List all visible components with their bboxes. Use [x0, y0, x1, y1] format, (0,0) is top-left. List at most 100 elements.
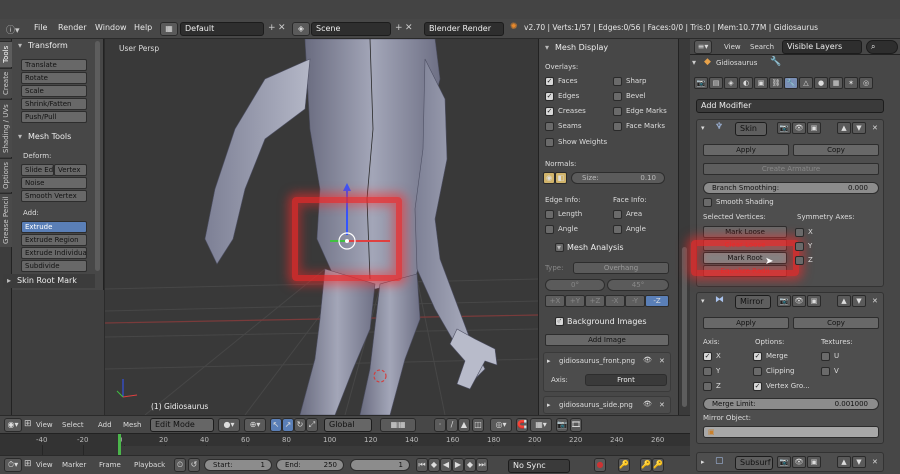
side-remove-icon[interactable]: ✕ [659, 401, 665, 409]
preview-range-toggle[interactable]: ⏲ [174, 458, 186, 472]
edge-angle-checkbox[interactable] [545, 225, 554, 234]
expand-side-icon[interactable]: ▸ [547, 401, 551, 409]
bevel-checkbox[interactable] [613, 92, 622, 101]
vertex-slide-button[interactable]: Vertex [54, 164, 87, 176]
vertex-groups-checkbox[interactable] [753, 382, 762, 391]
outliner-view-menu[interactable]: View [724, 43, 741, 51]
start-frame-field[interactable]: Start: 1 [204, 459, 272, 471]
transform-panel-header[interactable]: Transform [14, 39, 94, 53]
keying-set-icon[interactable]: 🔑 [618, 458, 630, 472]
timeline-view-menu[interactable]: View [36, 461, 53, 469]
viewport-view-menu[interactable]: View [36, 421, 53, 429]
snap-element-dropdown[interactable]: ▦▾ [530, 418, 552, 432]
viewport-shading-dropdown[interactable]: ●▾ [218, 418, 240, 432]
menu-help[interactable]: Help [134, 23, 152, 32]
subsurf-render-toggle[interactable]: 📷 [777, 456, 791, 468]
mirror-apply-button[interactable]: Apply [703, 317, 789, 329]
next-keyframe-button[interactable]: ◆ [464, 458, 476, 472]
scale-button[interactable]: Scale [21, 85, 87, 97]
subsurf-viewport-toggle[interactable]: 👁 [792, 456, 806, 468]
texture-v-checkbox[interactable] [821, 367, 830, 376]
particles-tab-icon[interactable]: ✶ [844, 77, 858, 89]
outliner-search-field[interactable]: ⌕ [866, 40, 898, 54]
mesh-tools-panel-header[interactable]: Mesh Tools [14, 130, 94, 144]
proportional-edit-dropdown[interactable]: ◎▾ [490, 418, 512, 432]
texture-u-checkbox[interactable] [821, 352, 830, 361]
slide-edge-button[interactable]: Slide Ed [21, 164, 54, 176]
add-image-button[interactable]: Add Image [545, 334, 669, 346]
modifiers-tab-icon[interactable]: 🔧 [784, 77, 798, 89]
subdivide-button[interactable]: Subdivide [21, 260, 87, 272]
texture-tab-icon[interactable]: ▦ [829, 77, 843, 89]
timeline-frame-menu[interactable]: Frame [99, 461, 121, 469]
axis-plus-x-button[interactable]: +X [545, 295, 565, 307]
manipulator-toggle[interactable]: ↖ [270, 418, 282, 432]
layers-tab-icon[interactable]: ▤ [709, 77, 723, 89]
physics-tab-icon[interactable]: ◎ [859, 77, 873, 89]
skin-editmode-toggle[interactable]: ▣ [807, 122, 821, 134]
translate-manipulator[interactable]: ↗ [282, 418, 294, 432]
3d-viewport[interactable]: User Persp (1) Gidiosaurus [105, 39, 538, 415]
layers-grid-icon[interactable]: ▦▦ [380, 418, 416, 432]
symmetry-x-checkbox[interactable] [795, 228, 804, 237]
mesh-display-header[interactable]: Mesh Display [541, 41, 671, 55]
skin-root-mark-panel-header[interactable]: Skin Root Mark [3, 274, 95, 288]
viewport-editor-icon[interactable]: ◉▾ [4, 418, 22, 432]
tab-tools[interactable]: Tools [0, 41, 12, 67]
tab-shading-uvs[interactable]: Shading / UVs [0, 99, 12, 157]
mirror-copy-button[interactable]: Copy [793, 317, 879, 329]
symmetry-y-checkbox[interactable] [795, 242, 804, 251]
smooth-vertex-button[interactable]: Smooth Vertex [21, 190, 87, 202]
subsurf-editmode-toggle[interactable]: ▣ [807, 456, 821, 468]
menu-file[interactable]: File [34, 23, 47, 32]
mirror-editmode-toggle[interactable]: ▣ [807, 295, 821, 307]
shrink-fatten-button[interactable]: Shrink/Fatten [21, 98, 87, 110]
subsurf-expand-icon[interactable]: ▸ [701, 458, 705, 466]
rotate-button[interactable]: Rotate [21, 72, 87, 84]
skin-expand-icon[interactable]: ▾ [701, 124, 705, 132]
edge-length-checkbox[interactable] [545, 210, 554, 219]
mirror-expand-icon[interactable]: ▾ [701, 297, 705, 305]
mirror-move-up[interactable]: ▲ [837, 295, 851, 307]
limit-selection-toggle[interactable]: ◫ [472, 418, 484, 432]
transform-orientation-dropdown[interactable]: Global [324, 418, 372, 432]
subsurf-modifier-name[interactable]: Subsurf [735, 456, 773, 470]
mirror-viewport-toggle[interactable]: 👁 [792, 295, 806, 307]
scene-selector[interactable]: Scene [311, 22, 391, 36]
npanel-scroll-thumb[interactable] [682, 247, 687, 407]
extrude-individual-button[interactable]: Extrude Individual [21, 247, 87, 259]
subsurf-move-down[interactable]: ▼ [852, 456, 866, 468]
jump-start-button[interactable]: ⏮ [416, 458, 428, 472]
side-visibility-eye-icon[interactable]: 👁 [643, 400, 652, 408]
use-preview-range-icon[interactable]: ↺ [188, 458, 200, 472]
front-visibility-eye-icon[interactable]: 👁 [643, 356, 652, 364]
tool-shelf-scrollbar[interactable] [95, 41, 100, 271]
outliner-search-menu[interactable]: Search [750, 43, 774, 51]
seams-checkbox[interactable] [545, 122, 554, 131]
timeline-editor-icon[interactable]: ⏱▾ [4, 458, 22, 472]
data-tab-icon[interactable]: △ [799, 77, 813, 89]
edge-select-mode[interactable]: / [446, 418, 458, 432]
mirror-axis-x-checkbox[interactable] [703, 352, 712, 361]
layout-browse-icon[interactable]: ▦ [160, 22, 178, 36]
material-tab-icon[interactable]: ● [814, 77, 828, 89]
mirror-object-field[interactable]: ▣ [703, 426, 879, 438]
scene-tab-icon[interactable]: ◈ [724, 77, 738, 89]
layout-remove-icon[interactable]: ✕ [278, 23, 286, 33]
normals-size-field[interactable]: Size: 0.10 [571, 172, 665, 184]
skin-move-up[interactable]: ▲ [837, 122, 851, 134]
symmetry-z-checkbox[interactable] [795, 256, 804, 265]
bg-axis-dropdown[interactable]: Front [585, 374, 667, 386]
world-tab-icon[interactable]: ◐ [739, 77, 753, 89]
face-marks-checkbox[interactable] [613, 122, 622, 131]
mirror-move-down[interactable]: ▼ [852, 295, 866, 307]
prev-keyframe-button[interactable]: ◆ [428, 458, 440, 472]
info-editor-icon[interactable]: ⓘ▾ [6, 23, 20, 36]
context-chevron-icon[interactable]: ▾ [692, 58, 696, 67]
smooth-shading-checkbox[interactable] [703, 198, 712, 207]
mesh-analysis-header[interactable]: Mesh Analysis [553, 241, 673, 255]
interaction-mode-dropdown[interactable]: Edit Mode [150, 418, 214, 432]
viewport-select-menu[interactable]: Select [62, 421, 84, 429]
menu-render[interactable]: Render [58, 23, 86, 32]
expand-front-icon[interactable]: ▸ [547, 357, 551, 365]
